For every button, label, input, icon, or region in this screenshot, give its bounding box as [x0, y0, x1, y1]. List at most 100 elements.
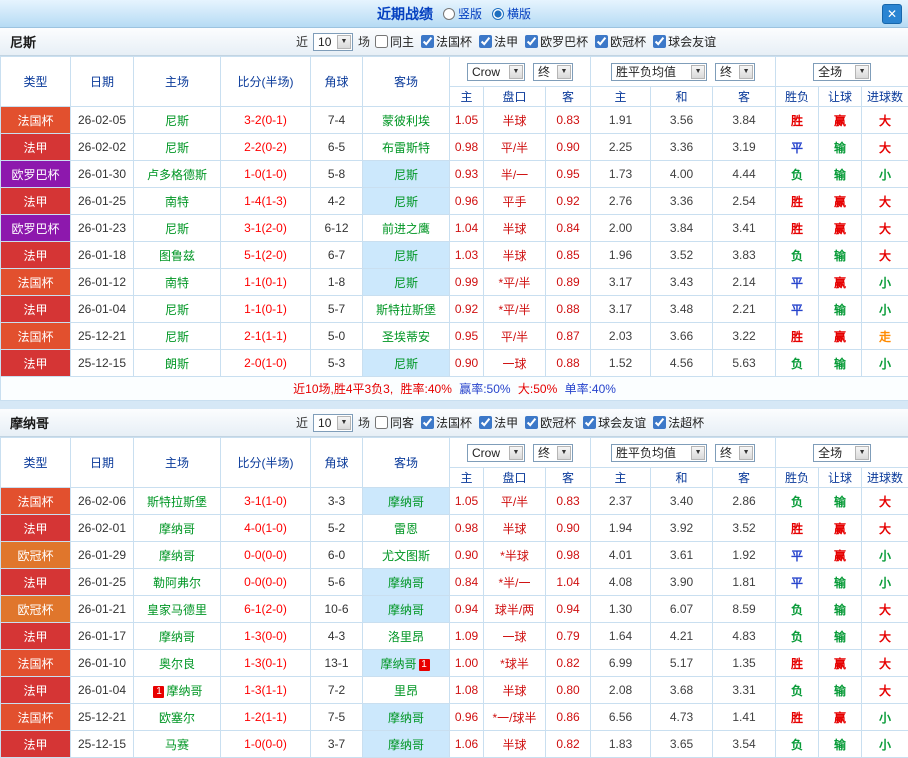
checkbox-input[interactable] — [525, 35, 538, 48]
team-name-link[interactable]: 摩纳哥 — [159, 630, 195, 644]
home-team-cell[interactable]: 斯特拉斯堡 — [134, 488, 221, 515]
final-odds-select[interactable]: 终 ▼ — [715, 63, 755, 81]
home-team-cell[interactable]: 尼斯 — [134, 215, 221, 242]
competition-cell[interactable]: 法甲 — [1, 623, 71, 650]
team-name-link[interactable]: 斯特拉斯堡 — [147, 495, 207, 509]
home-team-cell[interactable]: 尼斯 — [134, 323, 221, 350]
home-team-cell[interactable]: 摩纳哥 — [134, 542, 221, 569]
team-name-link[interactable]: 蒙彼利埃 — [382, 114, 430, 128]
away-team-cell[interactable]: 尼斯 — [363, 242, 450, 269]
competition-cell[interactable]: 法甲 — [1, 134, 71, 161]
team-name-link[interactable]: 尼斯 — [394, 357, 418, 371]
home-team-cell[interactable]: 朗斯 — [134, 350, 221, 377]
team-name-link[interactable]: 摩纳哥 — [388, 711, 424, 725]
same-venue-checkbox[interactable]: 同客 — [375, 414, 414, 431]
competition-cell[interactable]: 法甲 — [1, 515, 71, 542]
layout-option-vertical[interactable]: 竖版 — [443, 5, 482, 22]
competition-cell[interactable]: 法国杯 — [1, 107, 71, 134]
competition-cell[interactable]: 法甲 — [1, 188, 71, 215]
league-filter-checkbox[interactable]: 法甲 — [479, 33, 518, 50]
team-name-link[interactable]: 摩纳哥 — [388, 495, 424, 509]
team-name-link[interactable]: 尼斯 — [165, 303, 189, 317]
checkbox-input[interactable] — [479, 416, 492, 429]
team-name-link[interactable]: 南特 — [165, 195, 189, 209]
home-team-cell[interactable]: 马赛 — [134, 731, 221, 758]
competition-cell[interactable]: 法国杯 — [1, 704, 71, 731]
team-name-link[interactable]: 卢多格德斯 — [147, 168, 207, 182]
team-name-link[interactable]: 皇家马德里 — [147, 603, 207, 617]
radio-vertical[interactable] — [443, 8, 455, 20]
checkbox-input[interactable] — [421, 416, 434, 429]
competition-cell[interactable]: 法甲 — [1, 242, 71, 269]
away-team-cell[interactable]: 摩纳哥 — [363, 704, 450, 731]
team-name-link[interactable]: 摩纳哥 — [159, 549, 195, 563]
competition-cell[interactable]: 欧罗巴杯 — [1, 161, 71, 188]
team-name-link[interactable]: 尼斯 — [394, 249, 418, 263]
checkbox-input[interactable] — [375, 35, 388, 48]
team-name-link[interactable]: 圣埃蒂安 — [382, 330, 430, 344]
team-name-link[interactable]: 摩纳哥 — [388, 576, 424, 590]
home-team-cell[interactable]: 奥尔良 — [134, 650, 221, 677]
odds-average-select[interactable]: 胜平负均值 ▼ — [611, 63, 707, 81]
team-name-link[interactable]: 朗斯 — [165, 357, 189, 371]
team-name-link[interactable]: 斯特拉斯堡 — [376, 303, 436, 317]
layout-option-horizontal[interactable]: 横版 — [492, 5, 531, 22]
away-team-cell[interactable]: 蒙彼利埃 — [363, 107, 450, 134]
team-name-link[interactable]: 洛里昂 — [388, 630, 424, 644]
away-team-cell[interactable]: 尤文图斯 — [363, 542, 450, 569]
league-filter-checkbox[interactable]: 欧罗巴杯 — [525, 33, 588, 50]
league-filter-checkbox[interactable]: 欧冠杯 — [525, 414, 576, 431]
home-team-cell[interactable]: 尼斯 — [134, 107, 221, 134]
team-name-link[interactable]: 前进之鹰 — [382, 222, 430, 236]
team-name-link[interactable]: 摩纳哥 — [388, 603, 424, 617]
away-team-cell[interactable]: 前进之鹰 — [363, 215, 450, 242]
checkbox-input[interactable] — [525, 416, 538, 429]
final-odds-select[interactable]: 终 ▼ — [533, 63, 573, 81]
league-filter-checkbox[interactable]: 球会友谊 — [583, 414, 646, 431]
team-name-link[interactable]: 尼斯 — [394, 168, 418, 182]
team-name-link[interactable]: 尼斯 — [165, 222, 189, 236]
checkbox-input[interactable] — [421, 35, 434, 48]
checkbox-input[interactable] — [653, 416, 666, 429]
away-team-cell[interactable]: 摩纳哥 — [363, 596, 450, 623]
checkbox-input[interactable] — [595, 35, 608, 48]
checkbox-input[interactable] — [583, 416, 596, 429]
home-team-cell[interactable]: 尼斯 — [134, 296, 221, 323]
competition-cell[interactable]: 法国杯 — [1, 323, 71, 350]
checkbox-input[interactable] — [375, 416, 388, 429]
away-team-cell[interactable]: 尼斯 — [363, 269, 450, 296]
same-venue-checkbox[interactable]: 同主 — [375, 33, 414, 50]
team-name-link[interactable]: 尼斯 — [165, 114, 189, 128]
team-name-link[interactable]: 摩纳哥 — [166, 684, 202, 698]
team-name-link[interactable]: 里昂 — [394, 684, 418, 698]
league-filter-checkbox[interactable]: 法国杯 — [421, 33, 472, 50]
bookmaker-select[interactable]: Crow ▼ — [467, 444, 525, 462]
away-team-cell[interactable]: 布雷斯特 — [363, 134, 450, 161]
final-odds-select[interactable]: 终 ▼ — [533, 444, 573, 462]
league-filter-checkbox[interactable]: 法国杯 — [421, 414, 472, 431]
home-team-cell[interactable]: 卢多格德斯 — [134, 161, 221, 188]
league-filter-checkbox[interactable]: 球会友谊 — [653, 33, 716, 50]
team-name-link[interactable]: 图鲁兹 — [159, 249, 195, 263]
final-odds-select[interactable]: 终 ▼ — [715, 444, 755, 462]
team-name-link[interactable]: 摩纳哥 — [388, 738, 424, 752]
match-count-select[interactable]: 10 ▼ — [313, 414, 353, 432]
team-name-link[interactable]: 摩纳哥 — [380, 657, 416, 671]
competition-cell[interactable]: 法甲 — [1, 677, 71, 704]
home-team-cell[interactable]: 勒阿弗尔 — [134, 569, 221, 596]
checkbox-input[interactable] — [479, 35, 492, 48]
team-name-link[interactable]: 尤文图斯 — [382, 549, 430, 563]
away-team-cell[interactable]: 摩纳哥 — [363, 569, 450, 596]
competition-cell[interactable]: 法甲 — [1, 350, 71, 377]
away-team-cell[interactable]: 尼斯 — [363, 161, 450, 188]
team-name-link[interactable]: 尼斯 — [394, 195, 418, 209]
team-name-link[interactable]: 雷恩 — [394, 522, 418, 536]
team-name-link[interactable]: 尼斯 — [165, 141, 189, 155]
competition-cell[interactable]: 法国杯 — [1, 650, 71, 677]
home-team-cell[interactable]: 摩纳哥 — [134, 623, 221, 650]
away-team-cell[interactable]: 圣埃蒂安 — [363, 323, 450, 350]
away-team-cell[interactable]: 雷恩 — [363, 515, 450, 542]
away-team-cell[interactable]: 摩纳哥1 — [363, 650, 450, 677]
team-name-link[interactable]: 马赛 — [165, 738, 189, 752]
away-team-cell[interactable]: 尼斯 — [363, 350, 450, 377]
